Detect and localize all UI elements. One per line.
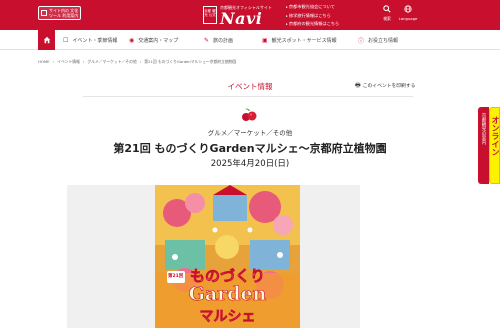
breadcrumb-current: 第21回 ものづくりGardenマルシェ〜京都府立植物園 <box>144 59 237 64</box>
event-category: グルメ／マーケット／その他 <box>207 129 293 137</box>
header-link-kyoto-prefecture[interactable]: 京都府の観光情報はこちら <box>286 20 376 29</box>
header-links: 京都市観光協会について 修学旅行情報はこちら 京都府の観光情報はこちら <box>286 3 376 29</box>
breadcrumb-events[interactable]: イベント情報 <box>57 59 80 64</box>
poster-title-line2: Garden <box>188 283 267 306</box>
site-logo[interactable]: 京都 観光 公式 京都観光オフィシャルサイト Navi <box>203 4 297 28</box>
side-tab-online-label: オンライン <box>491 116 500 156</box>
header-icons: 検索 Language <box>380 4 420 26</box>
info-icon: ⓘ <box>358 37 365 45</box>
nav-item-useful[interactable]: ⓘ お役立ち情報 <box>358 30 398 50</box>
nav-item-plan[interactable]: ✎ 旅の計画 <box>204 30 233 50</box>
breadcrumb-home[interactable]: HOME <box>38 59 50 64</box>
search-icon <box>380 5 394 16</box>
nav-item-transport[interactable]: ◉ 交通案内・マップ <box>129 30 178 50</box>
nav-item-label: 旅の計画 <box>213 37 234 44</box>
side-tab-guide-label: 京都観光の案内 <box>481 113 486 145</box>
section-title: イベント情報 <box>227 82 273 91</box>
calendar-icon: ☐ <box>63 36 69 44</box>
nav-item-label: 観光スポット・サービス情報 <box>271 37 337 44</box>
event-poster-image: 第21回 ものづくり Garden マルシェ <box>155 185 300 328</box>
tomato-icon <box>242 108 257 121</box>
globe-icon <box>396 5 420 16</box>
home-icon <box>43 36 50 44</box>
guide-icon <box>41 10 47 16</box>
site-guide-label: サイト内の 文化ツール 利用案内 <box>49 8 79 18</box>
nav-item-label: イベント・季節情報 <box>72 37 118 44</box>
language-label: Language <box>398 16 418 21</box>
spot-icon: ▣ <box>262 36 268 44</box>
print-label: このイベントを印刷する <box>362 84 416 89</box>
nav-item-events[interactable]: ☐ イベント・季節情報 <box>63 30 117 50</box>
language-button[interactable]: Language <box>396 5 420 21</box>
site-guide-button[interactable]: サイト内の 文化ツール 利用案内 <box>38 6 81 20</box>
breadcrumb-category[interactable]: グルメ／マーケット／その他 <box>87 59 136 64</box>
printer-icon: 🖶 <box>355 82 361 89</box>
side-tab-online[interactable]: オンライン <box>489 107 500 184</box>
event-date: 2025年4月20日(日) <box>210 159 290 169</box>
plan-icon: ✎ <box>204 36 210 44</box>
event-title: 第21回 ものづくりGardenマルシェ〜京都府立植物園 <box>113 142 387 155</box>
map-pin-icon: ◉ <box>129 36 135 44</box>
header-link-school-trip[interactable]: 修学旅行情報はこちら <box>286 12 376 21</box>
top-header: サイト内の 文化ツール 利用案内 京都 観光 公式 京都観光オフィシャルサイト … <box>0 0 500 30</box>
divider <box>83 96 413 97</box>
nav-home-button[interactable] <box>38 30 55 50</box>
breadcrumb: HOME › イベント情報 › グルメ／マーケット／その他 › 第21回 ものづくりGard… <box>38 59 237 64</box>
nav-item-spots[interactable]: ▣ 観光スポット・サービス情報 <box>262 30 337 50</box>
main-nav: ☐ イベント・季節情報 ◉ 交通案内・マップ ✎ 旅の計画 ▣ 観光スポット・サ… <box>0 30 500 50</box>
poster-title-line3: マルシェ <box>199 309 256 326</box>
nav-item-label: 交通案内・マップ <box>138 37 179 44</box>
nav-item-label: お役立ち情報 <box>368 37 399 44</box>
print-button[interactable]: 🖶 このイベントを印刷する <box>355 81 415 91</box>
search-button[interactable]: 検索 <box>380 5 394 21</box>
search-label: 検索 <box>383 16 391 21</box>
header-link-association[interactable]: 京都市観光協会について <box>286 3 376 12</box>
side-tab-guide[interactable]: 京都観光の案内 <box>478 107 489 184</box>
logo-name: Navi <box>220 9 263 28</box>
logo-seal: 京都 観光 公式 <box>203 6 217 24</box>
